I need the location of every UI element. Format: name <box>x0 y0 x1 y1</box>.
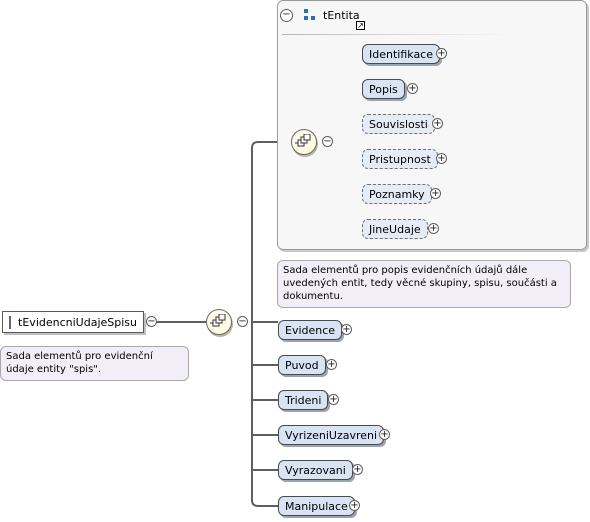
element-souvislosti[interactable]: Souvislosti <box>362 114 435 134</box>
expand-poznamky-button[interactable]: + <box>430 188 441 199</box>
expand-symbol: + <box>380 428 389 440</box>
expand-symbol: + <box>329 393 338 405</box>
element-vyrizeniuzavreni[interactable]: VyrizeniUzavreni <box>278 425 385 445</box>
root-element-label: tEvidencniUdajeSpisu <box>18 315 137 329</box>
root-documentation-text: Sada elementů pro evidenční údaje entity… <box>6 351 153 375</box>
element-jineudaje[interactable]: JineUdaje <box>362 219 428 239</box>
inner-sequence-collapse-button[interactable]: − <box>322 136 333 147</box>
element-label: Identifikace <box>369 47 433 61</box>
element-label: Evidence <box>285 323 336 337</box>
expand-symbol: + <box>342 323 351 335</box>
expand-symbol: + <box>408 82 417 94</box>
sequence-icon <box>210 314 226 327</box>
expand-symbol: + <box>350 499 359 511</box>
expand-evidence-button[interactable]: + <box>341 324 352 335</box>
element-label: VyrizeniUzavreni <box>285 428 378 442</box>
expand-symbol: + <box>433 117 442 129</box>
element-puvod[interactable]: Puvod <box>278 355 326 375</box>
expand-popis-button[interactable]: + <box>407 83 418 94</box>
root-element[interactable]: tEvidencniUdajeSpisu <box>2 311 144 333</box>
complex-type-icon <box>304 9 315 20</box>
element-label: Popis <box>369 82 398 96</box>
expand-symbol: + <box>437 47 446 59</box>
element-label: Pristupnost <box>369 152 431 166</box>
type-documentation-text: Sada elementů pro popis evidenčních údaj… <box>283 265 557 302</box>
collapse-symbol: − <box>147 315 156 327</box>
element-manipulace[interactable]: Manipulace <box>278 496 355 516</box>
collapse-symbol: − <box>238 315 247 327</box>
expand-identifikace-button[interactable]: + <box>436 48 447 59</box>
element-label: Puvod <box>285 358 319 372</box>
element-popis[interactable]: Popis <box>362 79 405 99</box>
element-icon <box>9 315 12 329</box>
element-vyrazovani[interactable]: Vyrazovani <box>278 460 353 480</box>
type-title: tEntita <box>323 8 360 22</box>
collapse-symbol: − <box>323 135 332 147</box>
element-label: Manipulace <box>285 499 348 513</box>
expand-symbol: + <box>431 187 440 199</box>
expand-manipulace-button[interactable]: + <box>349 500 360 511</box>
outer-sequence-collapse-button[interactable]: − <box>237 316 248 327</box>
collapse-symbol: − <box>282 9 291 20</box>
type-link-icon[interactable]: ↗ <box>356 21 365 30</box>
root-documentation: Sada elementů pro evidenční údaje entity… <box>0 346 189 381</box>
expand-jineudaje-button[interactable]: + <box>428 223 439 234</box>
element-label: Souvislosti <box>369 117 428 131</box>
link-symbol: ↗ <box>357 20 364 30</box>
root-collapse-button[interactable]: − <box>146 316 157 327</box>
element-trideni[interactable]: Trideni <box>278 390 329 410</box>
expand-vyrazovani-button[interactable]: + <box>352 464 363 475</box>
element-label: JineUdaje <box>369 222 421 236</box>
expand-souvislosti-button[interactable]: + <box>432 118 443 129</box>
expand-pristupnost-button[interactable]: + <box>436 153 447 164</box>
expand-symbol: + <box>327 358 336 370</box>
type-header-divider <box>282 34 512 35</box>
type-header: − tEntita <box>280 6 360 24</box>
expand-symbol: + <box>437 152 446 164</box>
outer-sequence-compositor[interactable] <box>206 309 232 335</box>
sequence-icon <box>295 134 311 147</box>
element-label: Vyrazovani <box>285 463 346 477</box>
expand-puvod-button[interactable]: + <box>326 359 337 370</box>
element-pristupnost[interactable]: Pristupnost <box>362 149 438 169</box>
expand-symbol: + <box>429 222 438 234</box>
collapse-type-button[interactable]: − <box>280 8 293 22</box>
element-label: Trideni <box>285 393 322 407</box>
type-documentation: Sada elementů pro popis evidenčních údaj… <box>277 260 571 308</box>
expand-vyrizeniuzavreni-button[interactable]: + <box>379 429 390 440</box>
element-identifikace[interactable]: Identifikace <box>362 44 440 64</box>
expand-symbol: + <box>353 463 362 475</box>
expand-trideni-button[interactable]: + <box>328 394 339 405</box>
element-poznamky[interactable]: Poznamky <box>362 184 432 204</box>
element-evidence[interactable]: Evidence <box>278 320 343 340</box>
element-label: Poznamky <box>369 187 425 201</box>
inner-sequence-compositor[interactable] <box>291 129 317 155</box>
